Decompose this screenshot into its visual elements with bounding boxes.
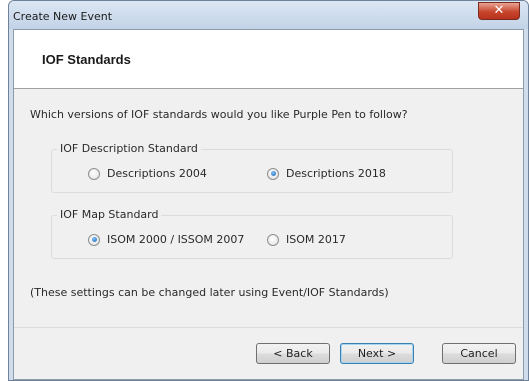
radio-checked-icon	[267, 167, 279, 180]
window-title: Create New Event	[13, 10, 113, 23]
radio-descriptions-2018[interactable]: Descriptions 2018	[267, 167, 386, 180]
back-button[interactable]: < Back	[256, 343, 330, 364]
close-icon: ✕	[493, 3, 505, 18]
create-new-event-dialog: Create New Event ✕ IOF Standards Which v…	[8, 0, 529, 381]
title-bar: Create New Event ✕	[9, 1, 528, 29]
footnote-text: (These settings can be changed later usi…	[30, 286, 389, 299]
map-standard-label: IOF Map Standard	[57, 208, 162, 221]
page-title: IOF Standards	[42, 52, 131, 67]
wizard-body: IOF Standards Which versions of IOF stan…	[13, 29, 524, 380]
radio-label: ISOM 2017	[286, 233, 346, 246]
cancel-button[interactable]: Cancel	[442, 343, 516, 364]
next-button[interactable]: Next >	[340, 343, 414, 364]
wizard-header: IOF Standards	[14, 30, 523, 89]
description-standard-label: IOF Description Standard	[57, 142, 201, 155]
radio-isom-2017[interactable]: ISOM 2017	[267, 233, 346, 246]
radio-label: ISOM 2000 / ISSOM 2007	[107, 233, 245, 246]
radio-label: Descriptions 2004	[107, 167, 207, 180]
radio-checked-icon	[88, 233, 100, 246]
radio-isom-2000[interactable]: ISOM 2000 / ISSOM 2007	[88, 233, 244, 246]
radio-unchecked-icon	[267, 233, 279, 246]
radio-label: Descriptions 2018	[286, 167, 386, 180]
map-standard-group: IOF Map Standard ISOM 2000 / ISSOM 2007 …	[51, 208, 453, 259]
description-standard-group: IOF Description Standard Descriptions 20…	[51, 142, 453, 193]
close-button[interactable]: ✕	[478, 2, 520, 20]
radio-unchecked-icon	[88, 167, 100, 180]
button-bar: < Back Next > Cancel	[14, 327, 523, 379]
question-text: Which versions of IOF standards would yo…	[30, 108, 408, 121]
radio-descriptions-2004[interactable]: Descriptions 2004	[88, 167, 207, 180]
